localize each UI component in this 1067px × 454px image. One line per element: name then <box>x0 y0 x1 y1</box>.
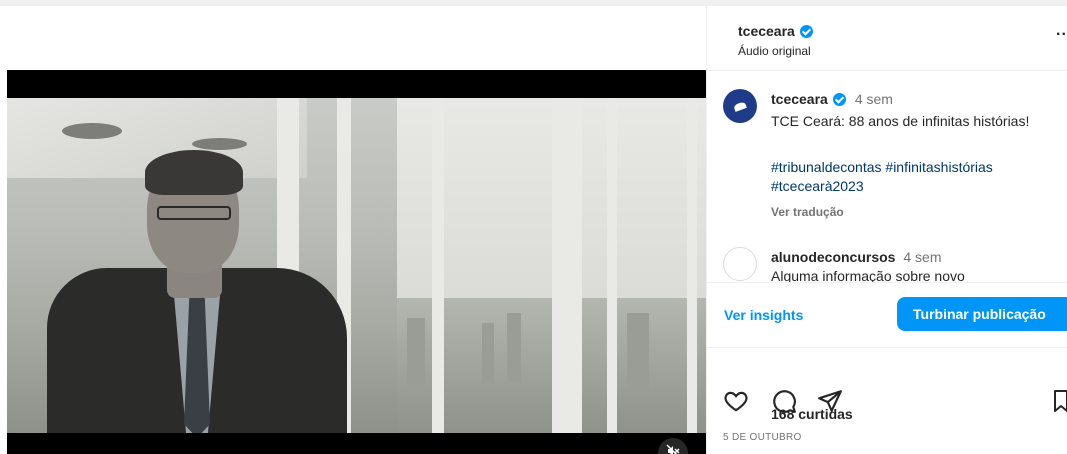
mute-button[interactable] <box>658 438 688 454</box>
mute-icon <box>666 443 680 454</box>
likes-count[interactable]: 168 curtidas <box>771 406 853 422</box>
video-frame <box>7 98 706 433</box>
translate-link[interactable]: Ver tradução <box>771 205 844 219</box>
comment-username[interactable]: alunodeconcursos <box>771 249 895 265</box>
post-header: tceceara Áudio original .. <box>707 6 1067 71</box>
insights-bar: Ver insights Turbinar publicação <box>707 282 1067 348</box>
caption-text: TCE Ceará: 88 anos de infinitas história… <box>771 113 1030 129</box>
caption-time: 4 sem <box>854 91 893 107</box>
boost-post-button[interactable]: Turbinar publicação <box>897 297 1067 331</box>
video-area <box>0 6 706 454</box>
post-side-panel: tceceara Áudio original .. tceceara 4 se… <box>706 6 1067 454</box>
verified-icon <box>799 24 813 38</box>
avatar[interactable] <box>723 247 757 281</box>
header-username[interactable]: tceceara <box>738 23 795 39</box>
comment-time: 4 sem <box>903 249 942 265</box>
view-insights-link[interactable]: Ver insights <box>724 307 803 323</box>
heart-icon[interactable] <box>723 388 749 414</box>
save-icon[interactable] <box>1054 388 1067 414</box>
caption-hashtags[interactable]: #tribunaldecontas #infinitashistórias #t… <box>771 158 1061 196</box>
video-player[interactable] <box>7 70 706 454</box>
comment-text: Alguma informação sobre novo <box>771 268 965 282</box>
post-actions: 168 curtidas 5 DE OUTUBRO <box>707 348 1067 454</box>
verified-icon <box>832 92 846 106</box>
post-date: 5 DE OUTUBRO <box>723 432 802 443</box>
avatar[interactable] <box>723 89 757 123</box>
audio-link[interactable]: Áudio original <box>738 44 811 58</box>
comments-list[interactable]: tceceara 4 sem TCE Ceará: 88 anos de inf… <box>707 71 1067 282</box>
more-options-icon[interactable]: .. <box>1056 22 1067 40</box>
caption-username[interactable]: tceceara <box>771 91 828 107</box>
